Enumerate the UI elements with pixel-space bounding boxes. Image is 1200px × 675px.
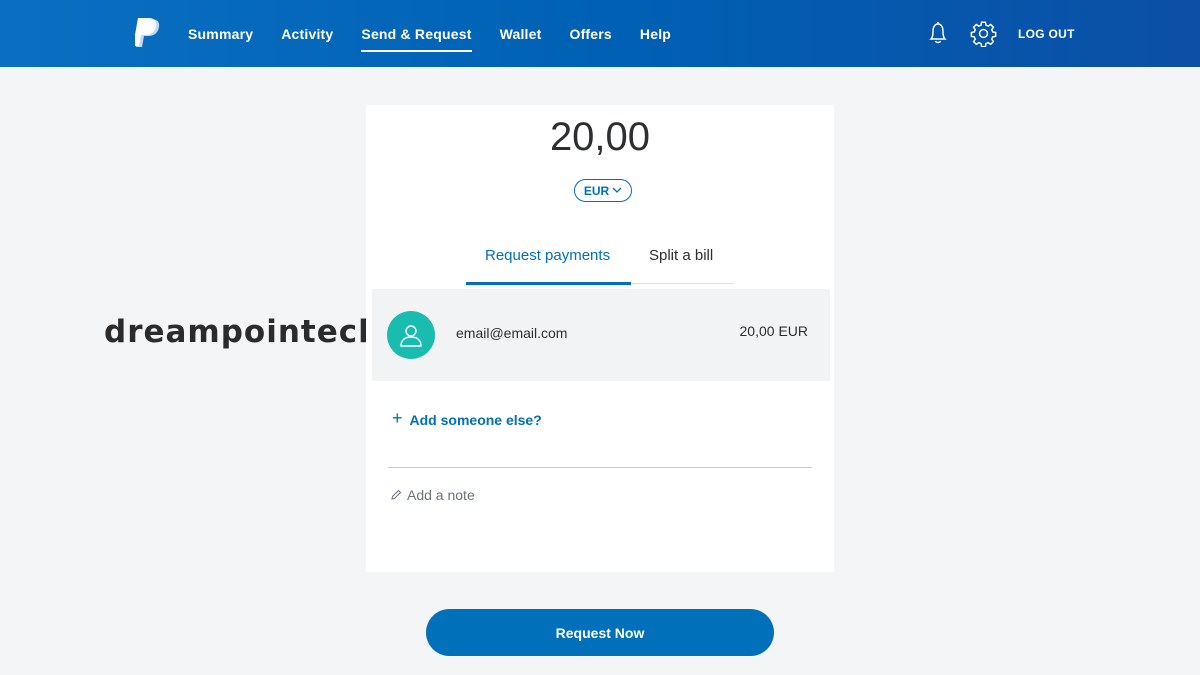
user-icon (400, 325, 422, 347)
add-someone-button[interactable]: + Add someone else? (392, 408, 542, 429)
bell-icon[interactable] (926, 20, 950, 46)
nav-summary[interactable]: Summary (188, 20, 253, 48)
request-now-button[interactable]: Request Now (426, 609, 774, 656)
pencil-icon (391, 489, 402, 500)
top-navigation-bar: Summary Activity Send & Request Wallet O… (0, 0, 1200, 67)
nav-send-request[interactable]: Send & Request (361, 20, 472, 52)
add-someone-label: Add someone else? (409, 412, 542, 428)
tab-split-bill[interactable]: Split a bill (649, 247, 713, 264)
avatar (387, 311, 435, 359)
recipient-row[interactable]: email@email.com 20,00 EUR (372, 289, 830, 381)
request-tabs: Request payments Split a bill (466, 232, 734, 285)
tab-request-payments[interactable]: Request payments (485, 247, 610, 264)
chevron-down-icon (612, 187, 622, 193)
divider (388, 467, 812, 468)
currency-label: EUR (583, 183, 610, 198)
amount-display[interactable]: 20,00 (366, 115, 834, 160)
active-tab-indicator (466, 282, 631, 285)
add-note-field[interactable]: Add a note (390, 487, 475, 503)
recipient-amount: 20,00 EUR (739, 323, 808, 339)
nav-activity[interactable]: Activity (281, 20, 333, 48)
nav-help[interactable]: Help (640, 20, 671, 48)
logout-link[interactable]: LOG OUT (1018, 27, 1075, 41)
main-nav: Summary Activity Send & Request Wallet O… (188, 0, 699, 67)
request-card: 20,00 EUR Request payments Split a bill … (366, 105, 834, 572)
currency-selector[interactable]: EUR (574, 179, 632, 202)
paypal-logo-icon[interactable] (135, 18, 161, 48)
nav-offers[interactable]: Offers (569, 20, 611, 48)
nav-wallet[interactable]: Wallet (500, 20, 542, 48)
plus-icon: + (392, 408, 403, 428)
watermark-text: dreampointech (104, 314, 382, 350)
note-placeholder: Add a note (407, 487, 475, 503)
gear-icon[interactable] (970, 20, 997, 47)
recipient-email: email@email.com (456, 325, 568, 341)
